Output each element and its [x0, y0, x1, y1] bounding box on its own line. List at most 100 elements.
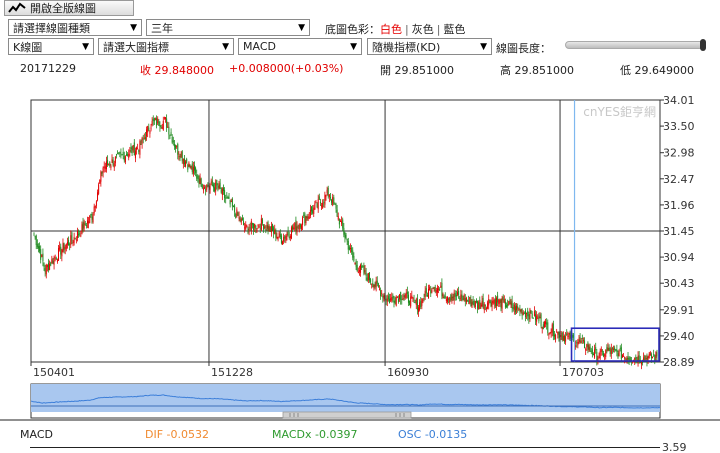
candle-body: [52, 261, 54, 264]
candle-body: [221, 188, 223, 196]
candle-body: [276, 236, 278, 238]
candle-body: [385, 298, 387, 301]
candle-body: [232, 205, 234, 207]
candle-body: [553, 334, 555, 337]
candle-body: [611, 348, 613, 350]
chevron-down-icon: ▼: [130, 22, 137, 33]
candle-body: [588, 345, 590, 351]
candle-body: [189, 164, 191, 168]
candle-body: [282, 241, 284, 245]
candle-body: [119, 152, 121, 154]
candle-body: [420, 300, 422, 307]
candle-body: [557, 331, 559, 335]
candle-body: [150, 127, 152, 130]
candle-body: [129, 149, 131, 152]
bg-color-blue[interactable]: 藍色: [443, 23, 465, 36]
price-chart[interactable]: 34.01 33.50 32.98 32.47 31.96 31.45 30.94 30.43…: [0, 86, 720, 382]
candle-body: [86, 220, 88, 224]
candle-body: [98, 184, 100, 194]
candle-body: [339, 220, 341, 222]
candle-body: [297, 226, 299, 228]
slider-handle[interactable]: [700, 39, 706, 51]
candle-body: [365, 272, 367, 276]
candle-body: [480, 304, 482, 308]
candle-body: [594, 349, 596, 358]
candle-body: [402, 297, 404, 300]
candle-body: [102, 167, 104, 173]
candle-body: [47, 262, 49, 271]
stochastic-select[interactable]: 隨機指標(KD) ▼: [367, 38, 492, 55]
candle-body: [642, 362, 644, 364]
candle-body: [218, 184, 220, 190]
candle-body: [640, 362, 642, 365]
fullscreen-button[interactable]: 開啟全版線圖: [4, 0, 134, 16]
candle-body: [464, 297, 466, 302]
candle-body: [401, 298, 403, 300]
bg-color-label: 底圖色彩：: [325, 23, 380, 36]
candle-body: [540, 314, 542, 327]
candle-body: [604, 354, 606, 356]
navigator-scrollbar[interactable]: [282, 411, 412, 419]
candle-body: [123, 155, 125, 161]
candle-body: [37, 246, 39, 249]
candle-body: [50, 262, 52, 266]
quote-close: 收 29.848000: [140, 62, 214, 78]
candle-body: [387, 296, 389, 300]
bg-color-gray[interactable]: 灰色: [412, 23, 434, 36]
candle-body: [40, 249, 42, 260]
candle-body: [654, 354, 656, 361]
bg-color-white[interactable]: 白色: [380, 23, 402, 36]
candle-body: [278, 232, 280, 237]
candle-body: [161, 126, 163, 129]
sub-indicator-select[interactable]: MACD ▼: [238, 38, 362, 55]
candle-body: [228, 197, 230, 199]
candle-body: [439, 289, 441, 291]
candle-body: [34, 236, 36, 238]
candle-body: [224, 190, 226, 198]
candle-body: [327, 187, 329, 197]
candle-body: [277, 236, 279, 240]
candle-body: [452, 296, 454, 299]
candle-body: [299, 224, 301, 228]
candle-body: [407, 294, 409, 303]
candle-body: [601, 350, 603, 352]
candle-body: [295, 220, 297, 231]
candle-body: [509, 299, 511, 304]
candle-body: [58, 248, 60, 261]
navigator-selection[interactable]: [31, 384, 660, 412]
candle-body: [576, 342, 578, 344]
candle-body: [226, 197, 228, 199]
chart-length-slider[interactable]: [565, 39, 706, 51]
candle-body: [494, 298, 496, 307]
y-axis-ticks: 34.01 33.50 32.98 32.47 31.96 31.45 30.94 30.43…: [660, 94, 695, 369]
candle-body: [508, 301, 510, 305]
candle-body: [363, 265, 365, 274]
candle-body: [260, 218, 262, 230]
candle-body: [529, 308, 531, 320]
candle-body: [304, 213, 306, 224]
candle-body: [68, 240, 70, 246]
main-indicator-select[interactable]: 請選大圖指標 ▼: [98, 38, 234, 55]
candle-body: [432, 287, 434, 289]
high-label: 高: [500, 64, 511, 77]
candle-body: [539, 317, 541, 319]
candle-body: [444, 295, 446, 299]
candle-select[interactable]: K線圖 ▼: [8, 38, 94, 55]
candle-body: [333, 197, 335, 204]
candle-body: [274, 229, 276, 235]
candle-body: [75, 239, 77, 241]
candle-body: [171, 136, 173, 143]
candle-body: [625, 358, 627, 360]
period-select[interactable]: 三年 ▼: [146, 19, 310, 36]
chart-type-select[interactable]: 請選擇線圖種類 ▼: [8, 19, 142, 36]
candle-body: [82, 222, 84, 231]
candle-body: [399, 294, 401, 300]
candle-body: [519, 309, 521, 313]
range-navigator[interactable]: [0, 382, 720, 422]
candle-body: [338, 218, 340, 225]
candle-body: [524, 310, 526, 318]
candle-body: [204, 187, 206, 189]
candle-body: [341, 221, 343, 224]
candle-body: [381, 292, 383, 294]
candle-body: [547, 322, 549, 333]
